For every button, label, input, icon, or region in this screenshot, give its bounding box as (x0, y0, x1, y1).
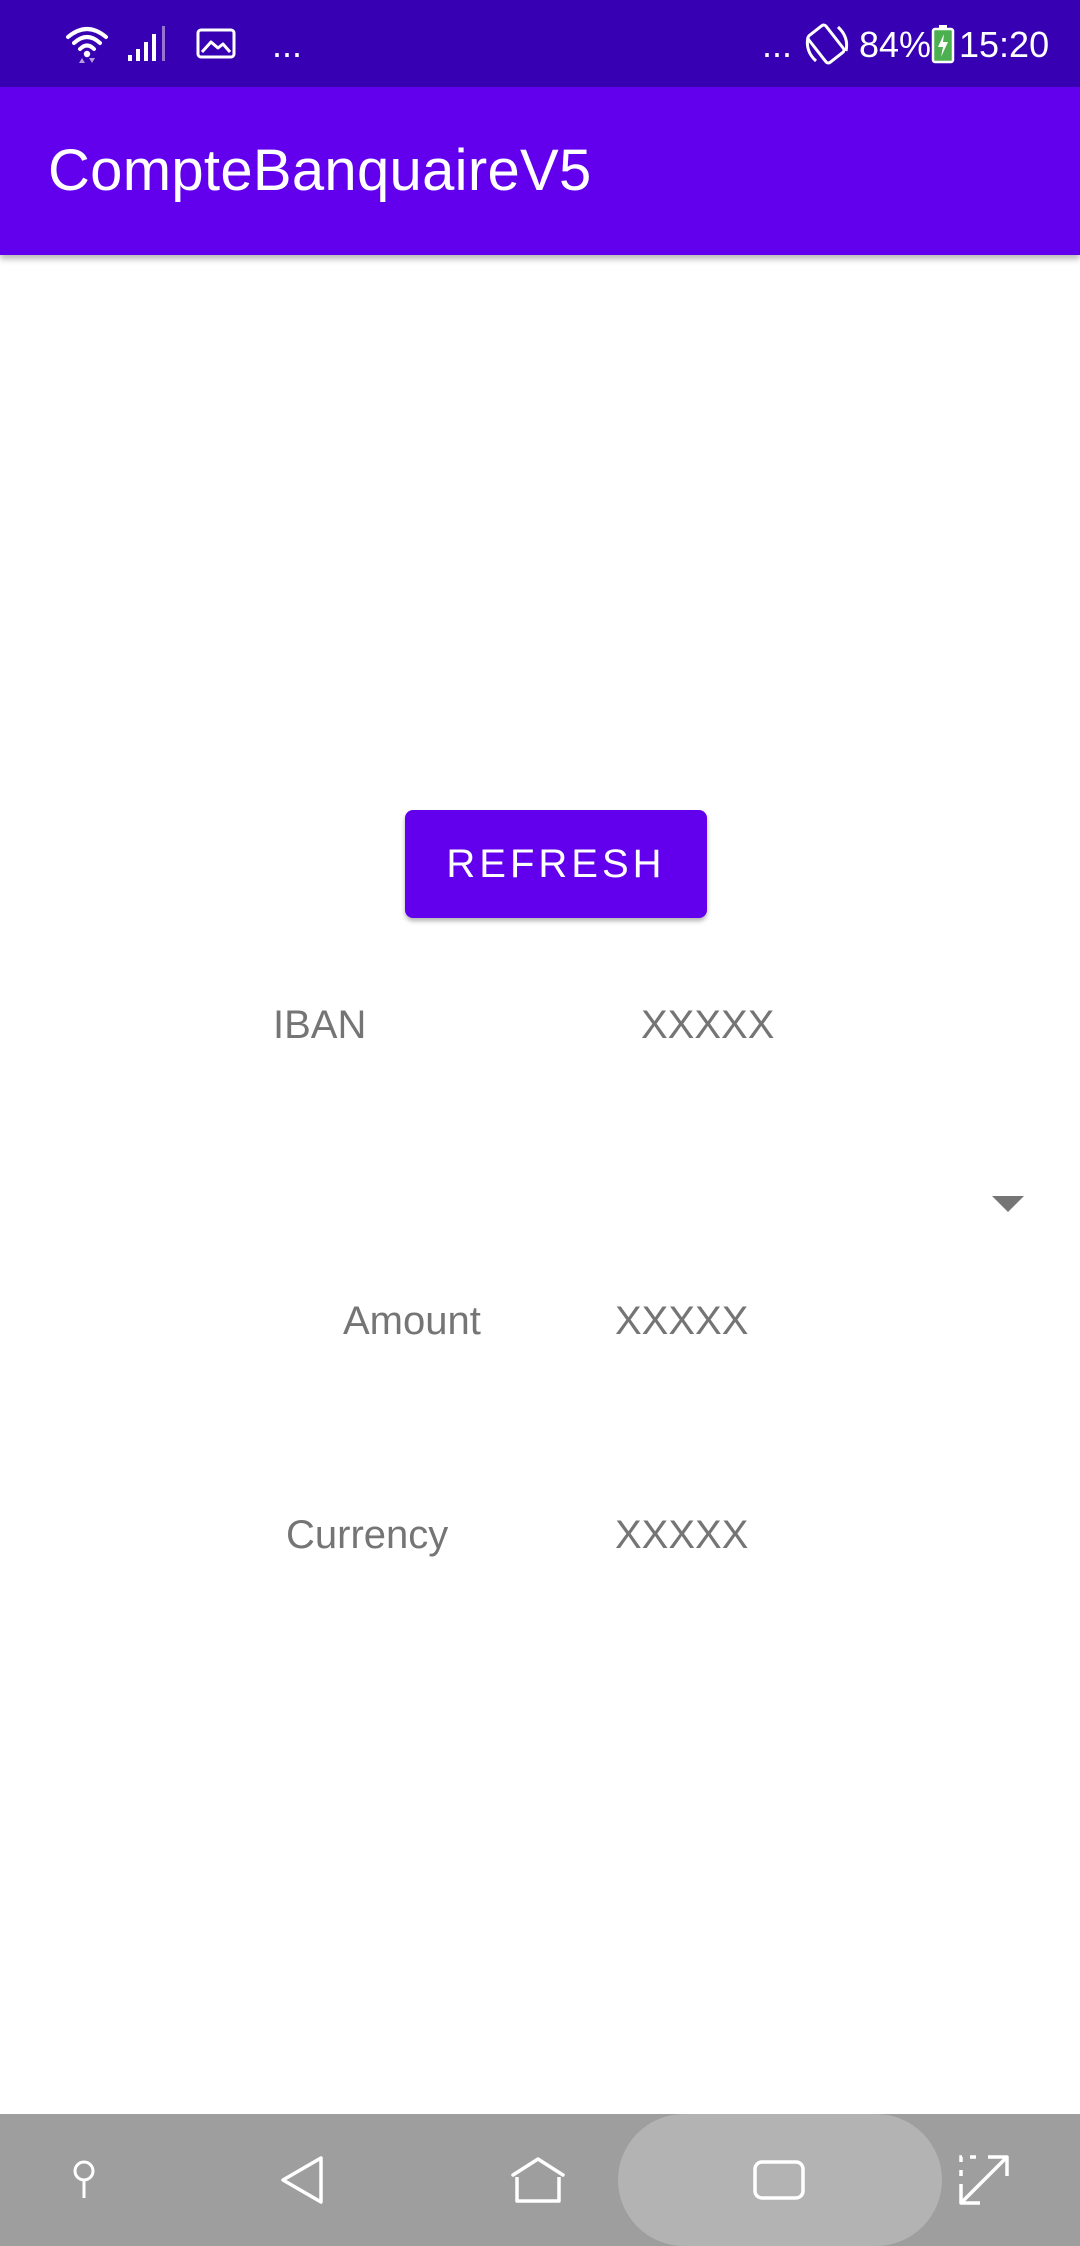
app-title: CompteBanquaireV5 (48, 138, 592, 203)
refresh-button[interactable]: REFRESH (405, 810, 707, 918)
amount-value: XXXXX (615, 1299, 749, 1343)
expand-icon[interactable] (956, 2114, 1012, 2246)
pin-icon[interactable] (54, 2114, 114, 2246)
more-notifications-icon: ... (762, 24, 793, 65)
currency-label: Currency (286, 1513, 449, 1557)
recents-icon[interactable] (746, 2114, 812, 2246)
app-bar: CompteBanquaireV5 (0, 87, 1080, 255)
amount-label: Amount (343, 1299, 481, 1343)
image-icon (195, 0, 237, 87)
clock: 15:20 (959, 24, 1050, 65)
battery-charging-icon (930, 0, 956, 87)
back-icon[interactable] (270, 2114, 334, 2246)
main-content: REFRESH IBAN XXXXX Amount XXXXX Currency… (0, 255, 1080, 2114)
rotate-icon (802, 0, 852, 87)
iban-label: IBAN (273, 1003, 367, 1047)
more-notifications-icon: ... (272, 24, 303, 65)
iban-value: XXXXX (641, 1003, 775, 1047)
wifi-icon (62, 0, 112, 87)
nav-bar (0, 2114, 1080, 2246)
signal-icon (125, 0, 171, 87)
dropdown-arrow-icon[interactable] (990, 1193, 1026, 1215)
home-icon[interactable] (506, 2114, 570, 2246)
status-bar: ... ... 84% 15:20 (0, 0, 1080, 87)
battery-percent: 84% (859, 24, 932, 65)
currency-value: XXXXX (615, 1513, 749, 1557)
